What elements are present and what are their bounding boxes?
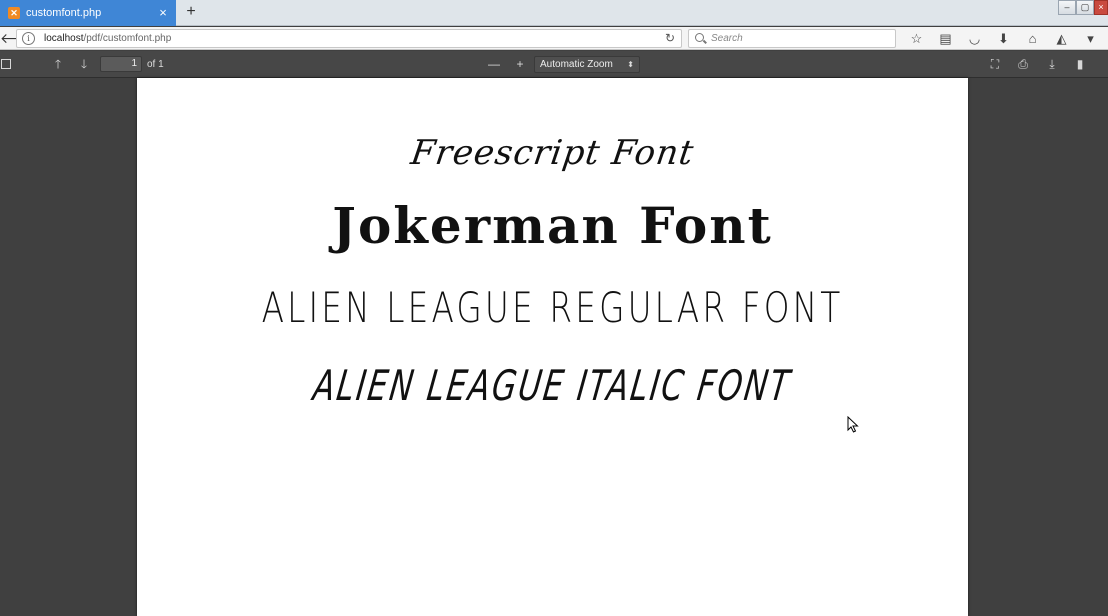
reload-icon[interactable]: ↻ [665, 30, 675, 47]
zoom-in-button[interactable]: + [512, 56, 528, 73]
print-button[interactable]: ⎙ [1014, 56, 1032, 73]
back-button[interactable]: 🡐 [0, 30, 38, 46]
extension-icon[interactable]: ◭ [1047, 29, 1076, 48]
pocket-icon[interactable]: ◡ [960, 29, 989, 48]
select-arrows-icon: ⬍ [627, 60, 634, 69]
xampp-icon: ✕ [8, 7, 20, 19]
next-page-button[interactable]: 🡓 [76, 56, 92, 73]
navigation-bar: 🡐 i localhost/pdf/customfont.php ↻ Searc… [0, 27, 1108, 50]
page-number-input[interactable]: 1 [100, 56, 142, 72]
search-input[interactable]: Search [688, 29, 896, 48]
mouse-cursor-icon [847, 416, 859, 433]
zoom-value: Automatic Zoom [540, 59, 613, 70]
sidebar-toggle-button[interactable] [1, 56, 13, 73]
downloads-icon[interactable]: ⬇ [989, 29, 1018, 48]
freescript-font-line: Freescript Font [408, 133, 697, 173]
new-tab-button[interactable]: + [183, 3, 199, 21]
tab-title: customfont.php [26, 7, 102, 19]
jokerman-font-line: Jokerman Font [332, 196, 773, 255]
pdf-page: Freescript Font Jokerman Font ALIEN LEAG… [137, 78, 968, 616]
tab-customfont[interactable]: ✕ customfont.php × [0, 0, 176, 26]
bookmark-button[interactable]: ▮ [1071, 56, 1089, 73]
menu-chevron-down-icon[interactable]: ▾ [1076, 29, 1105, 48]
alien-league-italic-line: ALIEN LEAGUE ITALIC FONT [310, 361, 795, 410]
minimize-button[interactable]: – [1058, 0, 1076, 15]
pdf-viewer[interactable]: Freescript Font Jokerman Font ALIEN LEAG… [0, 78, 1108, 616]
close-window-button[interactable]: × [1094, 0, 1108, 15]
previous-page-button[interactable]: 🡑 [50, 56, 66, 73]
bookmark-star-icon[interactable]: ☆ [902, 29, 931, 48]
zoom-out-button[interactable]: — [486, 56, 502, 73]
window-controls: – ▢ × [1058, 0, 1108, 16]
reading-list-icon[interactable]: ▤ [931, 29, 960, 48]
presentation-mode-button[interactable]: ⛶ [986, 56, 1004, 73]
page-count: of 1 [147, 59, 164, 70]
tab-strip: ✕ customfont.php × + – ▢ × [0, 0, 1108, 26]
sidebar-icon [1, 59, 11, 69]
search-icon [695, 33, 704, 42]
url-host: localhost [44, 33, 84, 44]
url-path: /pdf/customfont.php [83, 33, 172, 44]
maximize-button[interactable]: ▢ [1076, 0, 1094, 15]
home-icon[interactable]: ⌂ [1018, 29, 1047, 48]
alien-league-regular-line: ALIEN LEAGUE REGULAR FONT [261, 283, 844, 332]
close-tab-icon[interactable]: × [156, 6, 170, 20]
zoom-select[interactable]: Automatic Zoom ⬍ [534, 56, 640, 73]
search-placeholder: Search [711, 33, 743, 44]
toolbar-icons: ☆ ▤ ◡ ⬇ ⌂ ◭ ▾ [902, 29, 1105, 48]
url-bar[interactable]: i localhost/pdf/customfont.php ↻ [16, 29, 682, 48]
url-text: localhost/pdf/customfont.php [44, 30, 171, 47]
pdf-toolbar: 🡑 🡓 1 of 1 — + Automatic Zoom ⬍ ⛶ ⎙ ⤓ ▮ [0, 51, 1108, 78]
download-button[interactable]: ⤓ [1043, 56, 1061, 73]
site-info-icon[interactable]: i [22, 32, 35, 45]
